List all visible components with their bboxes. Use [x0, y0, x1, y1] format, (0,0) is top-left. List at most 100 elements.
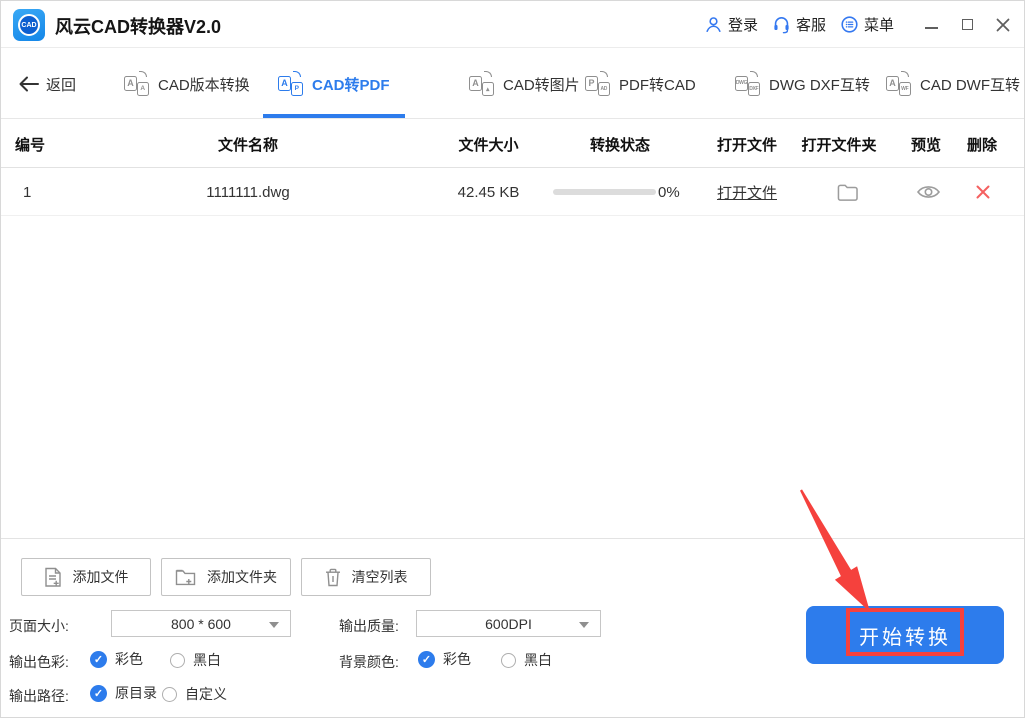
- output-path-radio-custom[interactable]: 自定义: [162, 684, 227, 704]
- chevron-down-icon: [579, 622, 589, 628]
- row-filename: 1111111.dwg: [206, 183, 290, 201]
- row-filesize: 42.45 KB: [457, 183, 520, 201]
- page-size-value: 800 * 600: [171, 615, 231, 632]
- support-button[interactable]: 客服: [772, 14, 826, 35]
- header-open-folder: 打开文件夹: [801, 136, 877, 154]
- table-header: 编号 文件名称 文件大小 转换状态 打开文件 打开文件夹 预览 删除: [1, 120, 1024, 168]
- delete-x-icon: [976, 185, 990, 199]
- tab-label: DWG DXF互转: [769, 76, 870, 94]
- progress-bar: [553, 189, 656, 195]
- eye-icon: [916, 186, 940, 198]
- app-window: CAD 风云CAD转换器V2.0 登录 客服 菜单 返回 A A CAD版本转换…: [0, 0, 1025, 718]
- active-tab-underline: [263, 114, 405, 118]
- preview-button[interactable]: [913, 168, 943, 216]
- page-size-label: 页面大小:: [9, 618, 69, 634]
- radio-unchecked-icon: [501, 652, 516, 668]
- output-color-label: 输出色彩:: [9, 654, 69, 670]
- radio-checked-icon: ✓: [90, 650, 107, 668]
- folder-icon: [837, 184, 858, 201]
- tab-label: CAD转图片: [503, 76, 580, 94]
- add-folder-label: 添加文件夹: [207, 569, 277, 585]
- close-icon: [996, 18, 1010, 31]
- radio-checked-icon: ✓: [90, 684, 107, 702]
- maximize-icon: [961, 19, 973, 30]
- header-delete: 删除: [966, 136, 997, 154]
- tab-label: CAD版本转换: [158, 76, 250, 94]
- radio-label: 原目录: [115, 685, 157, 701]
- clear-list-button[interactable]: 清空列表: [301, 558, 431, 596]
- menu-icon: [841, 16, 858, 33]
- output-quality-value: 600DPI: [485, 615, 532, 632]
- radio-label: 彩色: [443, 651, 471, 667]
- output-color-radio-color[interactable]: ✓ 彩色: [90, 649, 143, 669]
- output-quality-label: 输出质量:: [339, 618, 399, 634]
- tab-cad-dwf-convert[interactable]: A WF CAD DWF互转: [886, 49, 1020, 119]
- page-size-select[interactable]: 800 * 600: [111, 610, 291, 637]
- header-filesize: 文件大小: [458, 136, 519, 154]
- minimize-icon: [924, 26, 938, 29]
- add-file-label: 添加文件: [72, 569, 129, 585]
- tab-label: PDF转CAD: [619, 76, 696, 94]
- cad-dwf-convert-icon: A WF: [886, 70, 911, 96]
- cad-version-convert-icon: AA: [124, 70, 149, 96]
- dwg-dxf-convert-icon: DWG DXF: [735, 70, 760, 96]
- delete-button[interactable]: [971, 168, 995, 216]
- background-color-label: 背景颜色:: [339, 654, 399, 670]
- login-button[interactable]: 登录: [704, 14, 758, 35]
- row-index: 1: [23, 183, 32, 201]
- tab-dwg-dxf-convert[interactable]: DWG DXF DWG DXF互转: [735, 49, 870, 119]
- header-open-file: 打开文件: [716, 136, 777, 154]
- background-color-radio-bw[interactable]: 黑白: [501, 650, 552, 670]
- pdf-to-cad-icon: P AD: [585, 70, 610, 96]
- add-file-icon: [44, 567, 61, 587]
- tab-bar: 返回 AA CAD版本转换 AP CAD转PDF A ▴ CAD转图片 P AD P…: [1, 49, 1024, 119]
- chevron-down-icon: [269, 622, 279, 628]
- output-quality-select[interactable]: 600DPI: [416, 610, 601, 637]
- back-button[interactable]: 返回: [19, 49, 76, 119]
- start-convert-button[interactable]: 开始转换: [806, 606, 1004, 664]
- radio-label: 黑白: [193, 652, 221, 668]
- add-folder-icon: [175, 569, 196, 586]
- output-color-radio-bw[interactable]: 黑白: [170, 650, 221, 670]
- bottom-panel: 添加文件 添加文件夹 清空列表 页面大小: 800 * 600 输出质量: 60…: [1, 538, 1024, 717]
- support-label: 客服: [795, 17, 826, 34]
- header-status: 转换状态: [589, 136, 650, 154]
- add-folder-button[interactable]: 添加文件夹: [161, 558, 291, 596]
- tab-pdf-to-cad[interactable]: P AD PDF转CAD: [585, 49, 696, 119]
- progress-percent: 0%: [658, 183, 680, 201]
- radio-unchecked-icon: [162, 686, 177, 702]
- tab-cad-to-pdf[interactable]: AP CAD转PDF: [278, 49, 390, 119]
- output-path-radio-original[interactable]: ✓ 原目录: [90, 683, 157, 703]
- tab-label: CAD DWF互转: [920, 76, 1020, 94]
- back-arrow-icon: [19, 76, 39, 92]
- add-file-button[interactable]: 添加文件: [21, 558, 151, 596]
- open-file-link[interactable]: 打开文件: [717, 182, 777, 203]
- radio-checked-icon: ✓: [418, 650, 435, 668]
- radio-label: 自定义: [185, 686, 227, 702]
- cad-to-pdf-icon: AP: [278, 70, 303, 96]
- open-folder-button[interactable]: [833, 168, 861, 216]
- radio-label: 黑白: [524, 652, 552, 668]
- login-label: 登录: [727, 17, 758, 34]
- tab-cad-to-image[interactable]: A ▴ CAD转图片: [469, 49, 580, 119]
- radio-unchecked-icon: [170, 652, 185, 668]
- header-preview: 预览: [910, 136, 941, 154]
- menu-button[interactable]: 菜单: [840, 14, 894, 35]
- background-color-radio-color[interactable]: ✓ 彩色: [418, 649, 471, 669]
- cad-to-image-icon: A ▴: [469, 70, 494, 96]
- app-title: 风云CAD转换器V2.0: [55, 17, 222, 37]
- radio-label: 彩色: [115, 651, 143, 667]
- minimize-button[interactable]: [924, 18, 938, 32]
- maximize-button[interactable]: [960, 18, 974, 32]
- header-filename: 文件名称: [217, 136, 278, 154]
- clear-list-label: 清空列表: [351, 569, 408, 585]
- headset-icon: [774, 16, 789, 34]
- close-button[interactable]: [996, 18, 1010, 32]
- title-bar: CAD 风云CAD转换器V2.0 登录 客服 菜单: [1, 1, 1024, 48]
- app-logo-icon: CAD: [13, 9, 45, 41]
- tab-label: CAD转PDF: [312, 76, 390, 94]
- user-icon: [706, 17, 721, 33]
- trash-icon: [325, 568, 340, 586]
- header-index: 编号: [15, 136, 46, 154]
- tab-cad-version-convert[interactable]: AA CAD版本转换: [124, 49, 250, 119]
